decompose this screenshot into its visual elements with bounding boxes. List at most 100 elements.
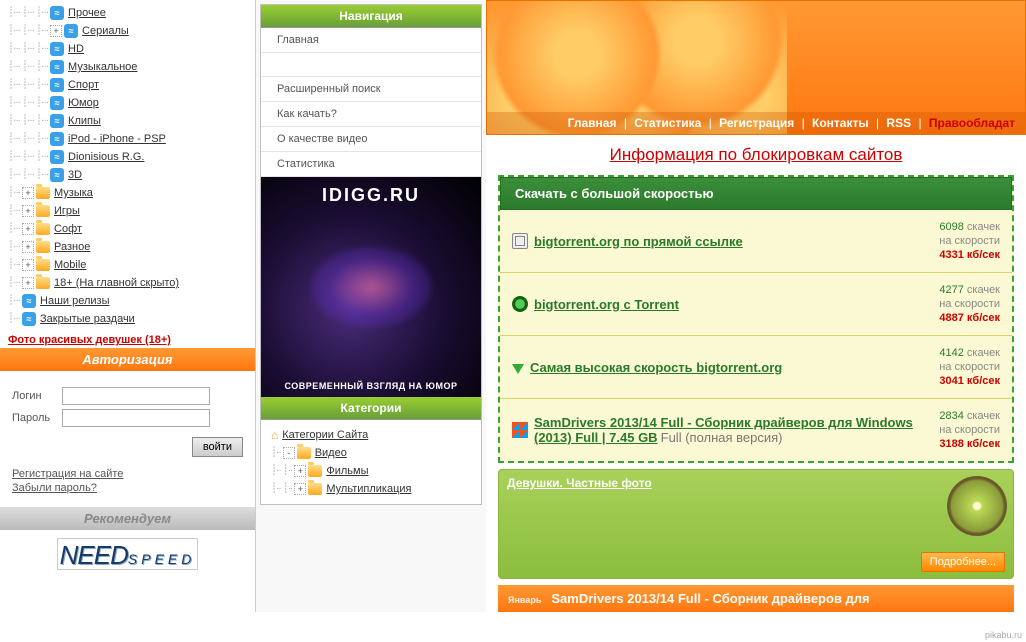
rss-icon: ≈ [22,312,36,326]
folder-icon [297,447,311,459]
tree-link[interactable]: 18+ (На главной скрыто) [54,275,179,291]
expand-toggle[interactable]: + [22,241,34,253]
nav-item[interactable]: Статистика [261,152,481,177]
nav-item[interactable]: Как качать? [261,102,481,127]
tree-link[interactable]: Музыкальное [68,59,137,75]
watermark: pikabu.ru [985,630,1022,640]
download-box: Скачать с большой скоростью bigtorrent.o… [498,175,1014,463]
tree-link[interactable]: Сериалы [82,23,129,39]
more-button[interactable]: Подробнее... [921,552,1005,572]
nav-item[interactable]: Главная [261,28,481,53]
download-header: Скачать с большой скоростью [500,177,1012,210]
tree-link[interactable]: Закрытые раздачи [40,311,135,327]
tree-item: ┊···≈Закрытые раздачи [8,310,247,328]
nav-item[interactable]: О качестве видео [261,127,481,152]
password-label: Пароль [12,412,62,424]
expand-toggle[interactable]: + [22,259,34,271]
topnav-link[interactable]: Главная [564,116,621,130]
tree-link[interactable]: Софт [54,221,82,237]
tree-item: ┊···┊···┊···+≈Сериалы [8,22,247,40]
login-button[interactable]: войти [192,437,243,457]
tree-item: ┊···+18+ (На главной скрыто) [8,274,247,292]
folder-icon [308,465,322,477]
rss-icon: ≈ [50,168,64,182]
rss-icon: ≈ [50,42,64,56]
tree-link[interactable]: Клипы [68,113,101,129]
recommend-banner[interactable]: NEEDSPEED [0,530,255,578]
arrow-icon [512,364,524,374]
rights-link[interactable]: Правообладат [925,116,1019,130]
tree-link[interactable]: 3D [68,167,82,183]
folder-icon [308,483,322,495]
download-link[interactable]: bigtorrent.org по прямой ссылке [534,234,743,249]
tree-link[interactable]: Mobile [54,257,86,273]
login-input[interactable] [62,387,210,405]
topnav-link[interactable]: Контакты [808,116,873,130]
tree-link[interactable]: Музыка [54,185,93,201]
register-link[interactable]: Регистрация на сайте [12,467,243,481]
site-header: Главная | Статистика | Регистрация | Кон… [486,0,1026,135]
download-row: Самая высокая скорость bigtorrent.org 41… [500,336,1012,399]
expand-toggle[interactable]: + [294,483,306,495]
topnav-link[interactable]: Регистрация [715,116,798,130]
girls-link[interactable]: Девушки. Частные фото [507,476,652,490]
disk-icon [512,233,528,249]
tree-link[interactable]: Dionisious R.G. [68,149,144,165]
tree-link[interactable]: iPod - iPhone - PSP [68,131,166,147]
tree-item: ┊···┊···┊···≈Музыкальное [8,58,247,76]
tree-item: ┊···┊···┊···≈iPod - iPhone - PSP [8,130,247,148]
photos-18-link[interactable]: Фото красивых девушек (18+) [0,332,179,348]
tree-item: ┊···┊···┊···≈HD [8,40,247,58]
nav-header: Навигация [261,5,481,28]
password-input[interactable] [62,409,210,427]
article-header[interactable]: Январь SamDrivers 2013/14 Full - Сборник… [498,585,1014,612]
expand-toggle[interactable]: + [22,277,34,289]
folder-icon [36,277,50,289]
expand-toggle[interactable]: - [283,447,295,459]
kiwi-icon [947,476,1007,536]
rss-icon: ≈ [50,96,64,110]
expand-toggle[interactable]: + [50,25,62,37]
blocking-info-link[interactable]: Информация по блокировкам сайтов [610,145,903,164]
folder-icon [36,205,50,217]
tree-item: ┊···┊···┊···≈Юмор [8,94,247,112]
rss-icon: ≈ [64,24,78,38]
expand-toggle[interactable]: + [22,205,34,217]
tree-item: ┊···+Игры [8,202,247,220]
expand-toggle[interactable]: + [22,187,34,199]
download-stats: 2834 скачек на скорости 3188 кб/сек [929,409,1000,451]
tree-link[interactable]: Прочее [68,5,106,21]
ad-subtitle: СОВРЕМЕННЫЙ ВЗГЛЯД НА ЮМОР [261,381,481,391]
cat-root[interactable]: Категории Сайта [282,427,368,443]
topnav-link[interactable]: RSS [882,116,915,130]
download-link[interactable]: Самая высокая скорость bigtorrent.org [530,360,782,375]
recommend-header: Рекомендуем [0,507,255,530]
categories-header: Категории [261,397,481,420]
tree-item: ┊···+Mobile [8,256,247,274]
category-tree: ┊···┊···┊···≈Прочее┊···┊···┊···+≈Сериалы… [0,0,255,332]
tree-link[interactable]: Спорт [68,77,99,93]
expand-toggle[interactable]: + [294,465,306,477]
tree-item: ┊···≈Наши релизы [8,292,247,310]
circle-icon [512,296,528,312]
rss-icon: ≈ [50,78,64,92]
tree-link[interactable]: Наши релизы [40,293,109,309]
tree-link[interactable]: Юмор [68,95,99,111]
tree-link[interactable]: Игры [54,203,80,219]
forgot-password-link[interactable]: Забыли пароль? [12,481,243,495]
expand-toggle[interactable]: + [22,223,34,235]
tree-link[interactable]: Разное [54,239,90,255]
download-link[interactable]: bigtorrent.org с Torrent [534,297,679,312]
cat-link[interactable]: Мультипликация [326,481,411,497]
folder-icon [36,259,50,271]
ad-banner[interactable]: IDIGG.RU СОВРЕМЕННЫЙ ВЗГЛЯД НА ЮМОР [261,177,481,397]
cat-link[interactable]: Видео [315,445,347,461]
tree-link[interactable]: HD [68,41,84,57]
girls-box: Девушки. Частные фото Подробнее... [498,469,1014,579]
rss-icon: ≈ [50,114,64,128]
nav-item[interactable]: Расширенный поиск [261,77,481,102]
cat-link[interactable]: Фильмы [326,463,368,479]
topnav-link[interactable]: Статистика [630,116,705,130]
win-icon [512,422,528,438]
download-stats: 4277 скачек на скорости 4887 кб/сек [929,283,1000,325]
